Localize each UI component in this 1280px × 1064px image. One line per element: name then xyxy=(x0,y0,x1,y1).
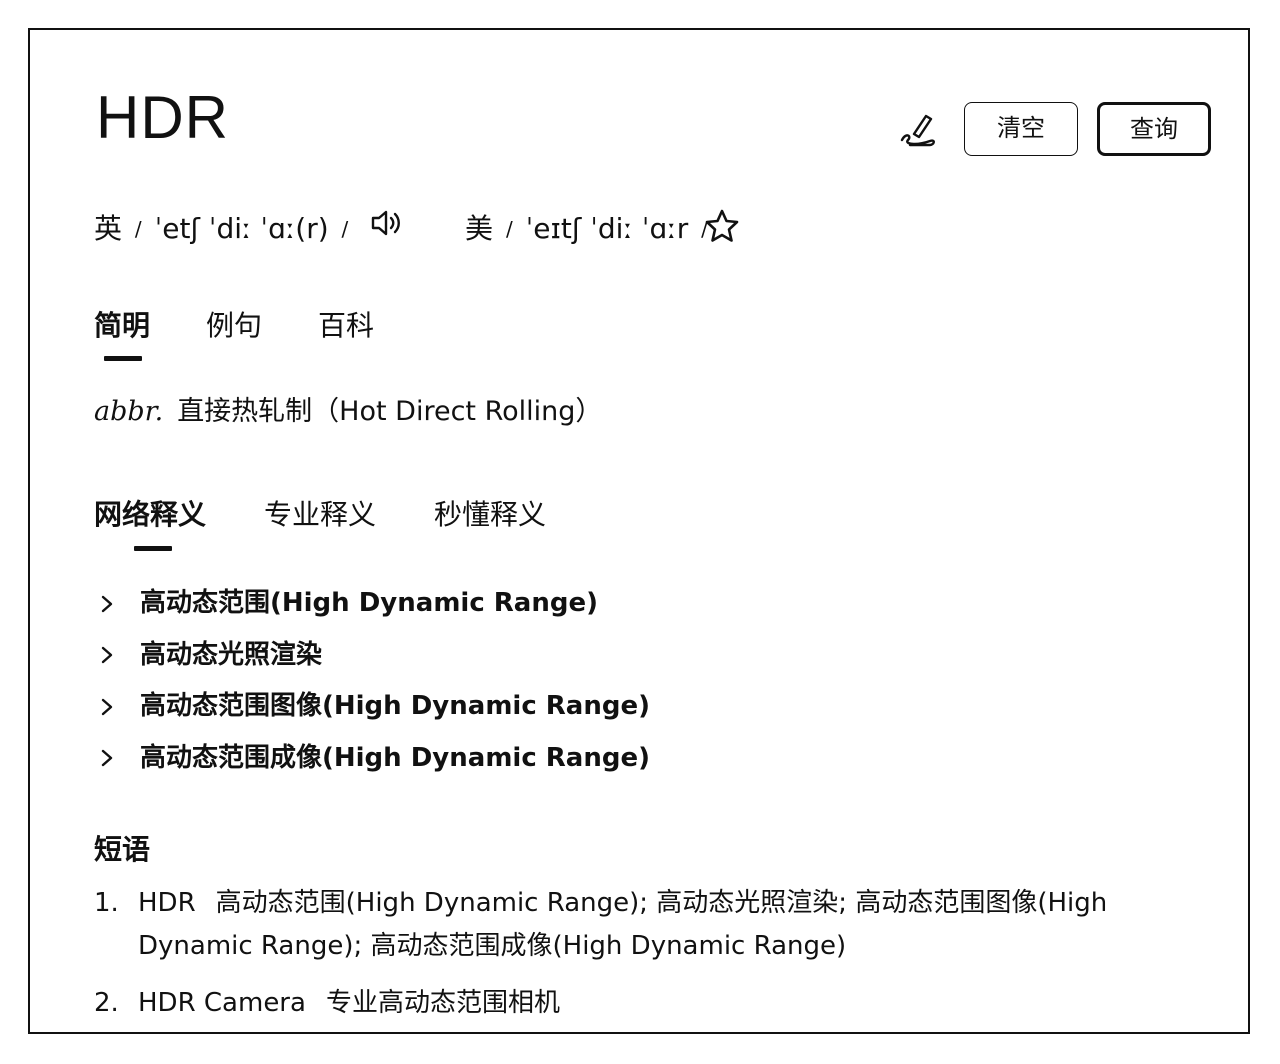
list-item[interactable]: 高动态范围图像(High Dynamic Range) xyxy=(94,685,650,737)
tab-web-definitions[interactable]: 网络释义 xyxy=(94,495,206,535)
part-of-speech: abbr. xyxy=(94,396,164,427)
active-tab-indicator xyxy=(134,546,172,551)
uk-phonetic: ˈetʃ ˈdiː ˈɑː(r) xyxy=(154,211,329,245)
phrase-term[interactable]: HDR Camera xyxy=(138,988,306,1018)
definition-text: 直接热轧制（Hot Direct Rolling） xyxy=(177,396,603,427)
secondary-tabs: 网络释义 专业释义 秒懂释义 xyxy=(94,495,604,535)
us-label: 美 xyxy=(465,211,494,245)
chevron-right-icon xyxy=(101,749,113,767)
phrase-number: 2. xyxy=(94,988,119,1018)
phrases-list: 1. HDR 高动态范围(High Dynamic Range); 高动态光照渲染… xyxy=(94,882,1194,1025)
dictionary-panel: HDR 清空 查询 英 / ˈetʃ ˈdiː ˈɑː(r) / 美 / ˈeɪ… xyxy=(28,28,1250,1034)
tab-encyclopedia[interactable]: 百科 xyxy=(318,306,374,346)
star-icon[interactable] xyxy=(704,208,740,244)
list-item[interactable]: 高动态范围成像(High Dynamic Range) xyxy=(94,737,650,789)
list-item: 1. HDR 高动态范围(High Dynamic Range); 高动态光照渲染… xyxy=(94,882,1194,968)
clear-button[interactable]: 清空 xyxy=(964,102,1078,156)
chevron-right-icon xyxy=(101,698,113,715)
chevron-right-icon xyxy=(101,595,113,612)
pronunciation-row: 英 / ˈetʃ ˈdiː ˈɑː(r) / 美 / ˈeɪtʃ ˈdiː ˈɑ… xyxy=(94,206,712,246)
us-phonetic: ˈeɪtʃ ˈdiː ˈɑːr xyxy=(525,211,689,245)
list-item[interactable]: 高动态光照渲染 xyxy=(94,634,650,686)
tab-professional-definitions[interactable]: 专业释义 xyxy=(264,495,376,535)
web-definitions-list: 高动态范围(High Dynamic Range) 高动态光照渲染 高动态范围图… xyxy=(94,582,650,788)
handwriting-pen-icon[interactable] xyxy=(896,110,940,150)
speaker-icon xyxy=(372,210,401,236)
list-item[interactable]: 高动态范围(High Dynamic Range) xyxy=(94,582,650,634)
phrase-translation: 专业高动态范围相机 xyxy=(325,988,560,1018)
definition-item-text: 高动态光照渲染 xyxy=(140,639,323,670)
chevron-right-icon xyxy=(101,646,113,664)
uk-label: 英 xyxy=(94,211,123,245)
brief-definition: abbr. 直接热轧制（Hot Direct Rolling） xyxy=(94,392,602,432)
primary-tabs: 简明 例句 百科 xyxy=(94,306,430,346)
tab-examples[interactable]: 例句 xyxy=(206,306,262,346)
definition-item-text: 高动态范围(High Dynamic Range) xyxy=(140,588,598,618)
phrases-title: 短语 xyxy=(94,833,151,866)
definition-item-text: 高动态范围图像(High Dynamic Range) xyxy=(140,691,650,721)
tab-brief[interactable]: 简明 xyxy=(94,306,150,346)
query-button[interactable]: 查询 xyxy=(1097,102,1211,156)
phrase-term[interactable]: HDR xyxy=(138,888,196,918)
phrase-number: 1. xyxy=(94,888,119,918)
entry-word: HDR xyxy=(96,84,229,151)
list-item: 2. HDR Camera 专业高动态范围相机 xyxy=(94,982,1194,1025)
uk-speaker-button[interactable] xyxy=(361,206,403,251)
definition-item-text: 高动态范围成像(High Dynamic Range) xyxy=(140,742,650,773)
phonetic-slash: / xyxy=(505,216,513,241)
phonetic-slash: / xyxy=(341,216,349,241)
tab-quick-definitions[interactable]: 秒懂释义 xyxy=(434,495,546,535)
phrase-translation: 高动态范围(High Dynamic Range); 高动态光照渲染; 高动态范… xyxy=(138,888,1108,961)
active-tab-indicator xyxy=(104,356,142,361)
phonetic-slash: / xyxy=(134,216,142,241)
